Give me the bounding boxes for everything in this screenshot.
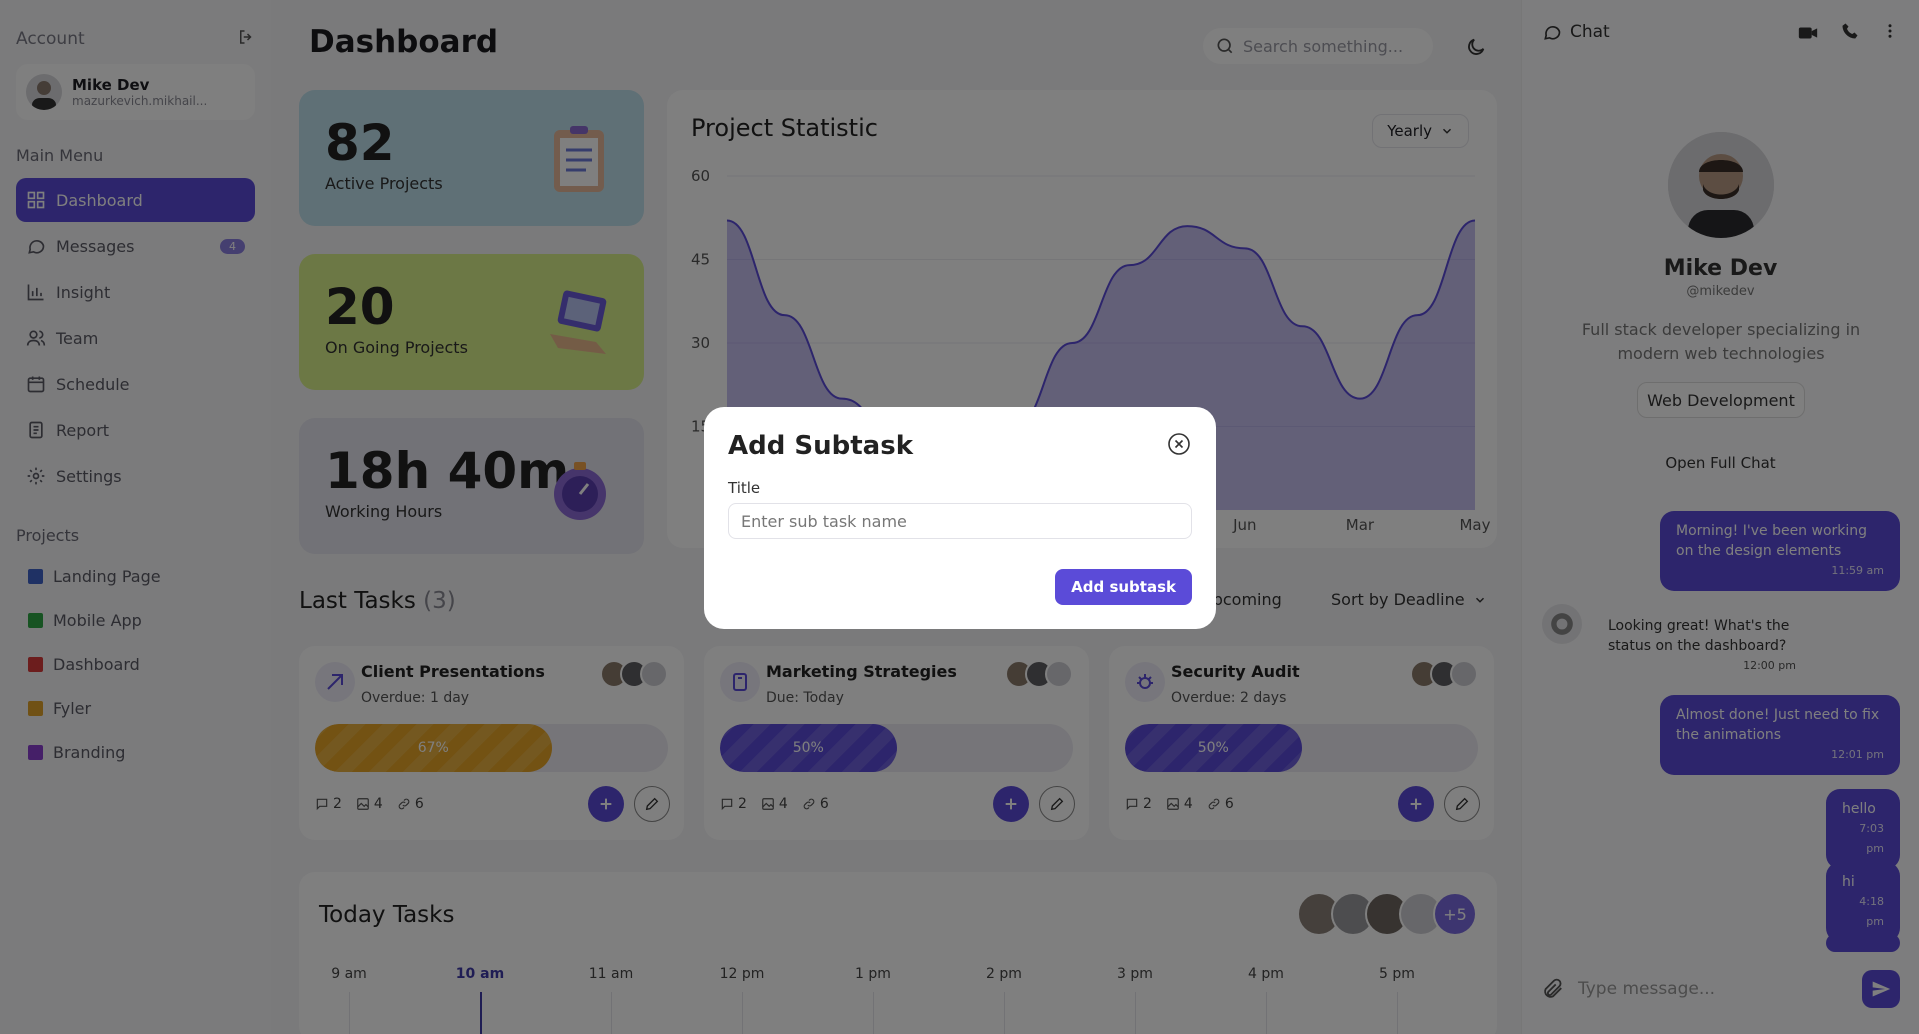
close-button[interactable]	[1166, 431, 1192, 457]
add-subtask-modal: Add Subtask Title Add subtask	[704, 407, 1216, 629]
title-field-label: Title	[728, 479, 761, 497]
modal-title: Add Subtask	[728, 431, 913, 461]
close-icon	[1168, 433, 1190, 455]
add-subtask-button[interactable]: Add subtask	[1055, 569, 1192, 605]
subtask-title-input[interactable]	[728, 503, 1192, 539]
